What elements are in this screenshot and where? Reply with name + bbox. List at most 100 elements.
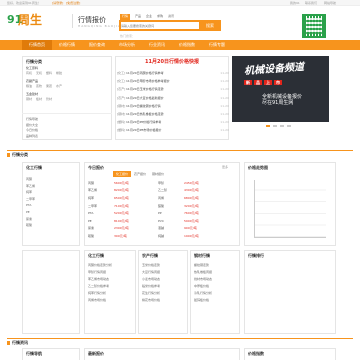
price-row[interactable]: 尿素 2300元/吨 液碱 900元/吨: [88, 225, 236, 233]
nav-item-home[interactable]: 行情首页: [22, 40, 52, 50]
search-input[interactable]: [121, 22, 199, 29]
left-link-2[interactable]: 今日价格: [26, 128, 38, 134]
nav-item-analysis[interactable]: 市场分析: [112, 40, 142, 50]
left-group-2-name[interactable]: 五金建材: [26, 92, 38, 96]
news-link[interactable]: 热轧卷板周报: [194, 269, 238, 276]
headline-row[interactable]: [农产] 11月20日大豆价格最新报价 11-20: [117, 94, 229, 102]
left-link-0[interactable]: 行情导航: [26, 117, 38, 123]
search-button[interactable]: 搜索: [199, 20, 221, 31]
news-link[interactable]: 苯乙烯市场动态: [88, 276, 134, 283]
left-group-2-item-0[interactable]: 钢材: [26, 97, 32, 101]
left-group-0-item-0[interactable]: 有机: [26, 71, 32, 75]
left-group-0-item-3[interactable]: 橡胶: [56, 71, 62, 75]
promo-dot[interactable]: [280, 125, 284, 127]
left-group-0-item-2[interactable]: 塑料: [46, 71, 52, 75]
news-link[interactable]: 玉米价格走势: [142, 262, 186, 269]
section1-mid-more[interactable]: 更多: [222, 165, 228, 169]
nav-item-quote[interactable]: 报价查询: [82, 40, 112, 50]
news-link[interactable]: 花生行情分析: [142, 290, 186, 297]
login-link[interactable]: [请登录]: [52, 1, 63, 5]
news-link[interactable]: 丙烯市场价格: [88, 297, 134, 304]
headline-row[interactable]: [塑料] 11月20日PP价格行情参考 11-20: [117, 118, 229, 126]
section1-left-item[interactable]: 二甲苯: [26, 196, 76, 203]
promo-dot[interactable]: [266, 125, 270, 127]
left-group-1-item-3[interactable]: 水产: [56, 84, 62, 88]
promo-dot[interactable]: [273, 125, 277, 127]
news-link[interactable]: 甲醇行情周报: [88, 269, 134, 276]
left-group-1-name[interactable]: 农副产品: [26, 79, 38, 83]
slogan-sub: HANGQING BAOJIA: [78, 24, 121, 28]
left-group-2-item-2[interactable]: 管材: [46, 97, 52, 101]
headline-text: 11月20日PP价格行情参考: [126, 120, 162, 125]
section1-left-item[interactable]: 苯乙烯: [26, 183, 76, 190]
nav-item-index[interactable]: 价格指数: [172, 40, 202, 50]
price-row[interactable]: 硫酸 300元/吨 纯碱 1900元/吨: [88, 232, 236, 240]
price-row[interactable]: 纯苯 6500元/吨 丙烯 6800元/吨: [88, 194, 236, 202]
section1-left-item[interactable]: 丙酮: [26, 176, 76, 183]
section1-left-item[interactable]: 纯苯: [26, 189, 76, 196]
price-name: 丙烯: [158, 195, 165, 200]
headline-row[interactable]: [农产] 11月20日玉米价格行情走势 11-20: [117, 85, 229, 93]
promo-dot[interactable]: [287, 125, 291, 127]
top-link-sitemap[interactable]: 网站导航: [324, 1, 336, 5]
nav-item-topic[interactable]: 行情专题: [202, 40, 232, 50]
news-link[interactable]: 线材市场动态: [194, 276, 238, 283]
price-row[interactable]: 苯乙烯 8200元/吨 乙二醇 4300元/吨: [88, 187, 236, 195]
price-row[interactable]: 丙酮 5600元/吨 甲醇 2450元/吨: [88, 179, 236, 187]
price-name: 苯乙烯: [88, 188, 98, 193]
price-value: 5600元/吨: [114, 180, 129, 185]
news-link[interactable]: 纯苯行情分析: [88, 290, 134, 297]
price-name: 液碱: [158, 226, 165, 231]
left-group-2-item-1[interactable]: 板材: [36, 97, 42, 101]
nav-item-price[interactable]: 价格行情: [52, 40, 82, 50]
news-link[interactable]: 镀锌板价格: [194, 297, 238, 304]
price-row[interactable]: PTA 5200元/吨 PP 7600元/吨: [88, 209, 236, 217]
section1-left-item[interactable]: 尿素: [26, 216, 76, 223]
register-link[interactable]: [免费注册]: [66, 1, 80, 5]
left-link-3[interactable]: 品种列表: [26, 134, 38, 140]
headline-date: 11-20: [220, 112, 229, 117]
headline-text: 11月20日热轧卷板价格走势: [126, 112, 164, 117]
logo-name[interactable]: 周生: [18, 13, 42, 27]
price-trend-chart-area: [254, 180, 326, 238]
nav-item-news[interactable]: 行业资讯: [142, 40, 172, 50]
mid-tab-agri[interactable]: 农产报价: [131, 171, 149, 177]
section1-left-item[interactable]: PE: [26, 209, 76, 216]
headline-text: 11月20日甲醇市场价格参考报价: [126, 79, 170, 84]
headline-row[interactable]: [钢材] 11月20日热轧卷板价格走势 11-20: [117, 110, 229, 118]
sec1b-right: [244, 250, 336, 334]
section1-mid-tabs: 化工报价 农产报价 钢材报价: [113, 171, 167, 177]
news-link[interactable]: 冷轧行情分析: [194, 290, 238, 297]
section1-left-item[interactable]: 硫酸: [26, 222, 76, 229]
mid-tab-chem[interactable]: 化工报价: [113, 171, 132, 177]
mid-tab-steel[interactable]: 钢材报价: [149, 171, 167, 177]
news-link[interactable]: 中厚板价格: [194, 283, 238, 290]
price-row[interactable]: PE 8100元/吨 PVC 5900元/吨: [88, 217, 236, 225]
headline-title[interactable]: 11月20日行情价格快报: [115, 58, 229, 65]
left-group-0-name[interactable]: 化工原料: [26, 66, 38, 70]
price-name: 二甲苯: [88, 203, 98, 208]
left-menu-divider: [22, 113, 112, 114]
news-link[interactable]: 小麦市场动态: [142, 276, 186, 283]
news-link[interactable]: 稻米价格参考: [142, 283, 186, 290]
headline-row[interactable]: [化工] 11月20日丙酮价格行情参考 11-20: [117, 69, 229, 77]
headline-row[interactable]: [钢材] 11月20日螺纹钢价格行情 11-20: [117, 102, 229, 110]
top-link-my[interactable]: 我的91: [290, 1, 300, 5]
section1-left-item[interactable]: PTA: [26, 202, 76, 209]
top-link-contact[interactable]: 联系我们: [305, 1, 317, 5]
headline-text: 11月20日螺纹钢价格行情: [126, 103, 161, 108]
left-group-0-item-1[interactable]: 无机: [36, 71, 42, 75]
left-group-1-item-0[interactable]: 粮油: [26, 84, 32, 88]
news-link[interactable]: 乙二醇价格参考: [88, 283, 134, 290]
headline-row[interactable]: [化工] 11月20日甲醇市场价格参考报价 11-20: [117, 77, 229, 85]
headline-row[interactable]: [塑料] 11月20日PE市场价格报价 11-20: [117, 126, 229, 134]
news-link[interactable]: 螺纹钢走势: [194, 262, 238, 269]
news-link[interactable]: 棉花市场价格: [142, 297, 186, 304]
headline-tag: [化工]: [117, 71, 126, 76]
news-link[interactable]: 丙酮价格走势分析: [88, 262, 134, 269]
news-link[interactable]: 大豆行情周报: [142, 269, 186, 276]
left-group-1-item-1[interactable]: 畜牧: [36, 84, 42, 88]
price-row[interactable]: 二甲苯 7100元/吨 醋酸 3200元/吨: [88, 202, 236, 210]
left-group-1-item-2[interactable]: 果蔬: [46, 84, 52, 88]
headline-date: 11-20: [220, 71, 229, 76]
